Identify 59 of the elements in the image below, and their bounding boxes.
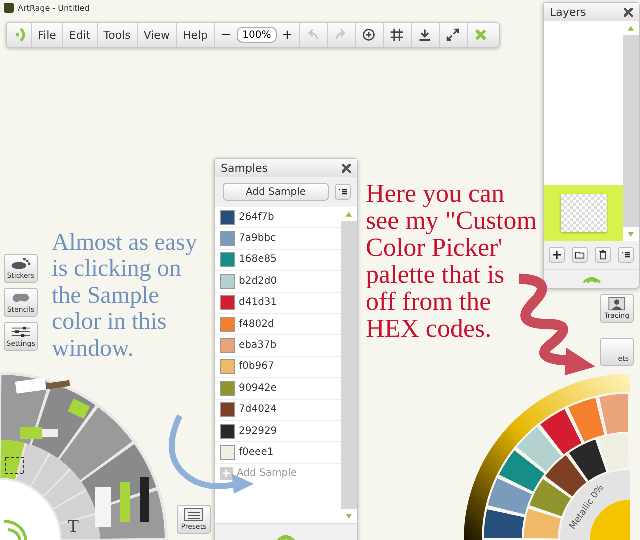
sample-item[interactable]: 168e85: [215, 250, 341, 272]
zoom-out-button[interactable]: −: [219, 28, 234, 42]
sample-item[interactable]: 7d4024: [215, 400, 341, 421]
grip-icon[interactable]: [15, 27, 27, 43]
folder-button[interactable]: [572, 247, 588, 263]
sample-item[interactable]: 292929: [215, 420, 341, 442]
sample-item[interactable]: f0b967: [215, 356, 341, 378]
menu-item[interactable]: File: [31, 23, 62, 47]
download-icon: [418, 28, 432, 42]
menu-item[interactable]: Help: [176, 23, 214, 47]
plus-circle-icon: [362, 28, 376, 42]
zoom-in-button[interactable]: +: [280, 28, 295, 42]
down-triangle-icon: [627, 230, 635, 238]
annotation-text: Here you can see my "Custom Color Picker' palette that is off from the HEX codes.: [366, 180, 538, 342]
menu-icon: [338, 187, 348, 197]
person-icon: [606, 297, 628, 311]
menu-button[interactable]: [618, 247, 634, 263]
plus-icon: [552, 250, 562, 260]
trash-icon: [598, 250, 608, 260]
folder-icon: [575, 250, 586, 260]
undo-icon: [306, 28, 320, 42]
panel-title: Layers: [550, 6, 586, 18]
sample-item[interactable]: 264f7b: [215, 207, 341, 228]
sample-item[interactable]: b2d2d0: [215, 271, 341, 293]
tool-wheel-drawing[interactable]: T: [0, 372, 170, 540]
blob-icon: [10, 291, 32, 305]
list-icon: [183, 508, 205, 522]
sample-item[interactable]: 7a9bbc: [215, 228, 341, 250]
menu-item[interactable]: Tools: [96, 23, 137, 47]
diagonal-arrows-icon: [446, 28, 460, 42]
layer-thumbnail: [560, 194, 606, 232]
sample-item[interactable]: f4802d: [215, 314, 341, 336]
plus-icon: [220, 467, 233, 480]
menu-button[interactable]: [335, 184, 351, 200]
sample-item[interactable]: f0eee1: [215, 442, 341, 464]
window-title: ArtRage - Untitled: [18, 4, 90, 12]
sliders-icon: [10, 325, 32, 339]
up-triangle-icon: [345, 210, 353, 218]
footprint-icon: [10, 257, 32, 271]
menu-item[interactable]: Edit: [62, 23, 97, 47]
down-triangle-icon: [345, 512, 353, 520]
sample-item[interactable]: eba37b: [215, 335, 341, 357]
menu-icon: [620, 250, 631, 260]
menu-item[interactable]: View: [136, 23, 176, 47]
add-sample-button[interactable]: Add Sample: [223, 183, 329, 201]
up-triangle-icon: [627, 24, 635, 32]
zoom-field[interactable]: 100%: [236, 27, 277, 43]
app-icon: [4, 3, 14, 13]
sample-item[interactable]: d41d31: [215, 292, 341, 314]
grid-icon: [390, 28, 404, 42]
panel-title: Samples: [221, 162, 268, 174]
close-icon: [474, 28, 488, 42]
close-icon[interactable]: [624, 8, 633, 16]
redo-icon: [334, 28, 348, 42]
close-icon[interactable]: [342, 164, 351, 172]
sample-item[interactable]: 90942e: [215, 378, 341, 400]
add-layer-button[interactable]: [549, 247, 566, 263]
delete-button[interactable]: [594, 247, 611, 263]
annotation-text: Almost as easy is clicking on the Sample color in this window.: [52, 230, 198, 362]
